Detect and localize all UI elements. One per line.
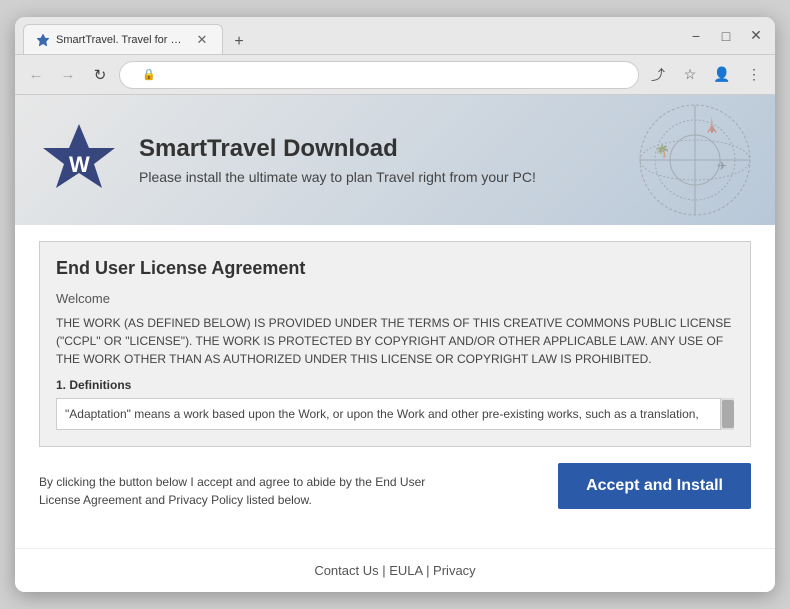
address-bar-row: ← → ↻ 🔒 ⤴ ☆ 👤 ⋮ xyxy=(15,55,775,95)
restore-button[interactable]: □ xyxy=(715,25,737,47)
minimize-button[interactable]: − xyxy=(685,25,707,47)
accept-agreement-text: By clicking the button below I accept an… xyxy=(39,473,439,509)
eula-welcome-label: Welcome xyxy=(56,291,734,306)
hero-logo: W xyxy=(39,120,119,200)
eula-title: End User License Agreement xyxy=(56,258,734,279)
svg-text:🗼: 🗼 xyxy=(703,116,720,134)
eula-container: End User License Agreement Welcome THE W… xyxy=(39,241,751,447)
refresh-button[interactable]: ↻ xyxy=(87,62,113,88)
eula-scrollable-area[interactable]: "Adaptation" means a work based upon the… xyxy=(56,398,734,430)
accept-section: By clicking the button below I accept an… xyxy=(39,463,751,509)
menu-icon[interactable]: ⋮ xyxy=(741,62,767,88)
toolbar-icons: ⤴ ☆ 👤 ⋮ xyxy=(645,62,767,88)
hero-title: SmartTravel Download xyxy=(139,135,536,163)
eula-definitions-title: 1. Definitions xyxy=(56,378,734,392)
close-button[interactable]: ✕ xyxy=(745,25,767,47)
eula-definitions-body: "Adaptation" means a work based upon the… xyxy=(65,407,699,421)
page-footer: Contact Us | EULA | Privacy xyxy=(15,548,775,592)
footer-links[interactable]: Contact Us | EULA | Privacy xyxy=(314,563,475,578)
svg-text:🌴: 🌴 xyxy=(655,144,670,158)
share-icon[interactable]: ⤴ xyxy=(645,62,671,88)
title-bar: SmartTravel. Travel for PC. ✕ + − □ ✕ xyxy=(15,17,775,55)
tab-title: SmartTravel. Travel for PC. xyxy=(56,34,188,46)
scroll-thumb[interactable] xyxy=(722,400,734,428)
browser-window: SmartTravel. Travel for PC. ✕ + − □ ✕ ← … xyxy=(15,17,775,592)
svg-text:W: W xyxy=(69,152,90,177)
eula-body-text: THE WORK (AS DEFINED BELOW) IS PROVIDED … xyxy=(56,314,734,368)
window-controls: − □ ✕ xyxy=(685,25,767,47)
hero-banner: W SmartTravel Download Please install th… xyxy=(15,95,775,225)
new-tab-button[interactable]: + xyxy=(227,30,251,54)
main-area: End User License Agreement Welcome THE W… xyxy=(15,225,775,548)
profile-icon[interactable]: 👤 xyxy=(709,62,735,88)
hero-text: SmartTravel Download Please install the … xyxy=(139,135,536,185)
globe-decoration: 🗼 🌴 ✈ xyxy=(635,100,755,220)
forward-button[interactable]: → xyxy=(55,62,81,88)
tab-area: SmartTravel. Travel for PC. ✕ + xyxy=(23,17,677,54)
address-bar[interactable]: 🔒 xyxy=(119,61,639,89)
back-button[interactable]: ← xyxy=(23,62,49,88)
tab-favicon xyxy=(36,33,50,47)
hero-subtitle: Please install the ultimate way to plan … xyxy=(139,169,536,185)
eula-definitions-box[interactable]: "Adaptation" means a work based upon the… xyxy=(56,398,734,430)
accept-install-button[interactable]: Accept and Install xyxy=(558,463,751,509)
scroll-bar[interactable] xyxy=(720,398,734,430)
page-content: W SmartTravel Download Please install th… xyxy=(15,95,775,592)
tab-close-button[interactable]: ✕ xyxy=(194,32,210,48)
active-tab[interactable]: SmartTravel. Travel for PC. ✕ xyxy=(23,24,223,54)
svg-text:✈: ✈ xyxy=(717,159,727,173)
bookmark-icon[interactable]: ☆ xyxy=(677,62,703,88)
lock-icon: 🔒 xyxy=(142,68,156,81)
